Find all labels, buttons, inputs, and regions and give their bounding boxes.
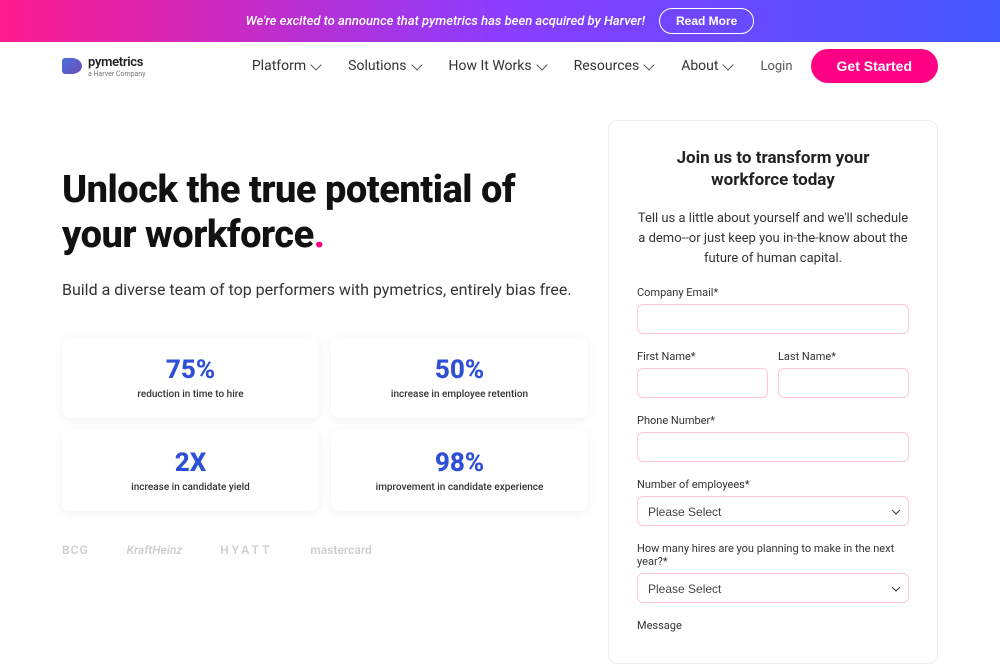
- client-logo: BCG: [62, 543, 89, 557]
- stats-grid: 75% reduction in time to hire 50% increa…: [62, 337, 588, 511]
- chevron-down-icon: [310, 59, 321, 70]
- first-name-field[interactable]: [637, 368, 768, 398]
- brand-sub: a Harver Company: [88, 70, 146, 78]
- stat-number: 50%: [343, 355, 576, 385]
- brand-name: pymetrics: [88, 55, 146, 70]
- announcement-bar: We're excited to announce that pymetrics…: [0, 0, 1000, 42]
- contact-form: Join us to transform your workforce toda…: [608, 120, 938, 664]
- employees-label: Number of employees*: [637, 478, 909, 491]
- client-logo: HYATT: [220, 543, 272, 557]
- message-label: Message: [637, 619, 909, 632]
- client-logo: mastercard: [310, 543, 371, 557]
- fname-label: First Name*: [637, 350, 768, 363]
- nav-solutions[interactable]: Solutions: [348, 58, 420, 74]
- stat-label: increase in employee retention: [343, 389, 576, 400]
- email-field[interactable]: [637, 304, 909, 334]
- phone-field[interactable]: [637, 432, 909, 462]
- hires-select[interactable]: Please Select: [637, 573, 909, 603]
- nav-resources[interactable]: Resources: [574, 58, 654, 74]
- announcement-text: We're excited to announce that pymetrics…: [246, 14, 645, 29]
- navbar: pymetrics a Harver Company Platform Solu…: [0, 42, 1000, 90]
- email-label: Company Email*: [637, 286, 909, 299]
- last-name-field[interactable]: [778, 368, 909, 398]
- nav-items: Platform Solutions How It Works Resource…: [252, 58, 733, 74]
- stat-card: 98% improvement in candidate experience: [331, 430, 588, 511]
- lname-label: Last Name*: [778, 350, 909, 363]
- get-started-button[interactable]: Get Started: [811, 49, 938, 83]
- nav-about[interactable]: About: [681, 58, 732, 74]
- nav-platform[interactable]: Platform: [252, 58, 320, 74]
- chevron-down-icon: [723, 59, 734, 70]
- stat-label: improvement in candidate experience: [343, 482, 576, 493]
- employees-select[interactable]: Please Select: [637, 496, 909, 526]
- client-logos: BCG KraftHeinz HYATT mastercard: [62, 543, 588, 557]
- read-more-button[interactable]: Read More: [659, 8, 754, 34]
- stat-card: 75% reduction in time to hire: [62, 337, 319, 418]
- stat-label: increase in candidate yield: [74, 482, 307, 493]
- form-desc: Tell us a little about yourself and we'l…: [637, 209, 909, 269]
- client-logo: KraftHeinz: [127, 543, 183, 557]
- chevron-down-icon: [644, 59, 655, 70]
- stat-card: 2X increase in candidate yield: [62, 430, 319, 511]
- logo[interactable]: pymetrics a Harver Company: [62, 55, 146, 78]
- chevron-down-icon: [536, 59, 547, 70]
- page-title: Unlock the true potential of your workfo…: [62, 168, 588, 258]
- brand-icon: [62, 58, 82, 74]
- stat-number: 75%: [74, 355, 307, 385]
- page-subhead: Build a diverse team of top performers w…: [62, 280, 588, 299]
- stat-card: 50% increase in employee retention: [331, 337, 588, 418]
- stat-number: 98%: [343, 448, 576, 478]
- login-link[interactable]: Login: [760, 59, 792, 74]
- stat-label: reduction in time to hire: [74, 389, 307, 400]
- chevron-down-icon: [411, 59, 422, 70]
- phone-label: Phone Number*: [637, 414, 909, 427]
- stat-number: 2X: [74, 448, 307, 478]
- hires-label: How many hires are you planning to make …: [637, 542, 909, 568]
- form-title: Join us to transform your workforce toda…: [637, 147, 909, 191]
- nav-how-it-works[interactable]: How It Works: [449, 58, 546, 74]
